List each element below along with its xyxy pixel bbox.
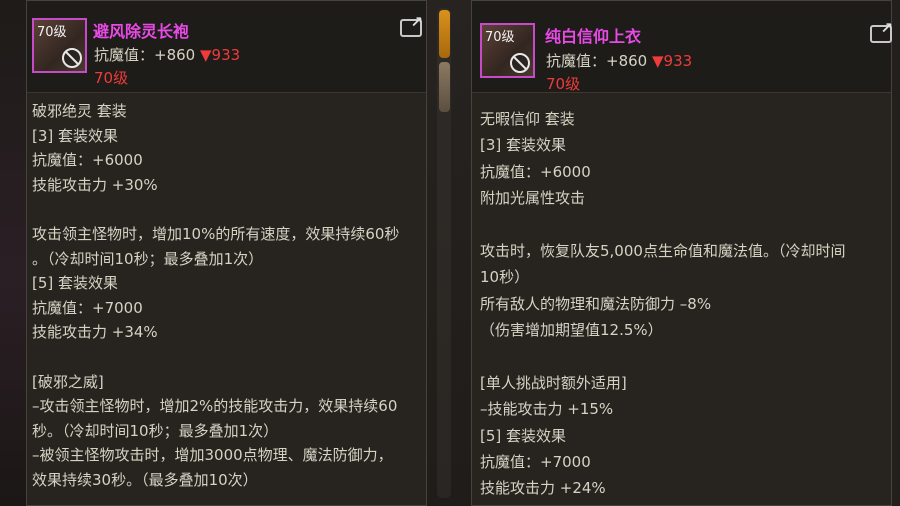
magic-resist-stat: 抗魔值：+860 ▼933 (546, 50, 692, 71)
scrollbar-thumb-secondary[interactable] (439, 62, 450, 112)
item-tooltip-left: 70级 避风除灵长袍 抗魔值：+860 ▼933 70级 破邪绝灵 套装 [3]… (26, 0, 427, 506)
desc-line: 抗魔值：+6000 (32, 151, 143, 170)
desc-line: [破邪之威] (32, 372, 104, 391)
desc-line (32, 197, 399, 222)
item-name: 纯白信仰上衣 (545, 27, 642, 46)
locked-icon (62, 48, 82, 68)
desc-line: 抗魔值：+7000 (32, 298, 143, 317)
share-icon[interactable] (400, 13, 423, 37)
desc-line: 秒。（冷却时间10秒；最多叠加1次） (32, 421, 279, 440)
stat-label: 抗魔值：+860 (546, 52, 648, 70)
desc-line: 抗魔值：+7000 (480, 453, 591, 472)
desc-line: –攻击领主怪物时，增加2%的技能攻击力，效果持续60 (32, 397, 398, 416)
desc-line: 无暇信仰 套装 (480, 110, 575, 128)
desc-line: 破邪绝灵 套装 (32, 102, 127, 120)
item-description: 无暇信仰 套装 [3] 套装效果 抗魔值：+6000 附加光属性攻击 攻击时，恢… (480, 106, 845, 502)
item-description: 破邪绝灵 套装 [3] 套装效果 抗魔值：+6000 技能攻击力 +30% 攻击… (32, 99, 399, 493)
desc-line: [单人挑战时额外适用] (480, 373, 627, 392)
share-icon[interactable] (870, 19, 893, 43)
desc-line: [3] 套装效果 (32, 126, 119, 145)
magic-resist-stat: 抗魔值：+860 ▼933 (94, 44, 240, 65)
level-requirement: 70级 (94, 69, 129, 87)
desc-line: 效果持续30秒。（最多叠加10次） (32, 470, 258, 489)
desc-line: 技能攻击力 +34% (32, 323, 158, 342)
desc-line: 抗魔值：+6000 (480, 162, 591, 181)
desc-line: –技能攻击力 +15% (480, 400, 614, 419)
desc-line: 附加光属性攻击 (480, 189, 586, 208)
item-icon-top[interactable]: 70级 (480, 23, 535, 78)
item-icon-robe[interactable]: 70级 (32, 18, 87, 73)
desc-line (32, 345, 399, 370)
desc-line: 10秒） (480, 268, 530, 287)
desc-line: 攻击领主怪物时，增加10%的所有速度，效果持续60秒 (32, 224, 400, 243)
icon-level-label: 70级 (485, 30, 515, 45)
desc-line: 攻击时，恢复队友5,000点生命值和魔法值。（冷却时间 (480, 241, 846, 260)
desc-line: 所有敌人的物理和魔法防御力 –8% (480, 294, 712, 313)
desc-line: 技能攻击力 +24% (480, 479, 606, 498)
stat-diff-down: ▼933 (651, 52, 693, 70)
level-requirement: 70级 (546, 75, 581, 93)
stat-label: 抗魔值：+860 (94, 46, 196, 64)
background-left (0, 0, 26, 506)
icon-level-label: 70级 (37, 25, 67, 40)
scrollbar-thumb[interactable] (439, 10, 450, 58)
desc-line (480, 212, 845, 238)
desc-line: 。（冷却时间10秒；最多叠加1次） (32, 249, 264, 268)
item-tooltip-right: 70级 纯白信仰上衣 抗魔值：+860 ▼933 70级 无暇信仰 套装 [3]… (471, 0, 893, 506)
desc-line: [3] 套装效果 (480, 136, 567, 155)
desc-line: –被领主怪物攻击时，增加3000点物理、魔法防御力， (32, 446, 393, 465)
desc-line: （伤害增加期望值12.5%） (480, 321, 663, 340)
stat-diff-down: ▼933 (199, 46, 241, 64)
background-right (892, 0, 900, 506)
desc-line (480, 344, 845, 370)
locked-icon (510, 53, 530, 73)
desc-line: 技能攻击力 +30% (32, 175, 158, 194)
item-name: 避风除灵长袍 (93, 22, 190, 41)
desc-line: [5] 套装效果 (480, 426, 567, 445)
desc-line: [5] 套装效果 (32, 274, 119, 293)
